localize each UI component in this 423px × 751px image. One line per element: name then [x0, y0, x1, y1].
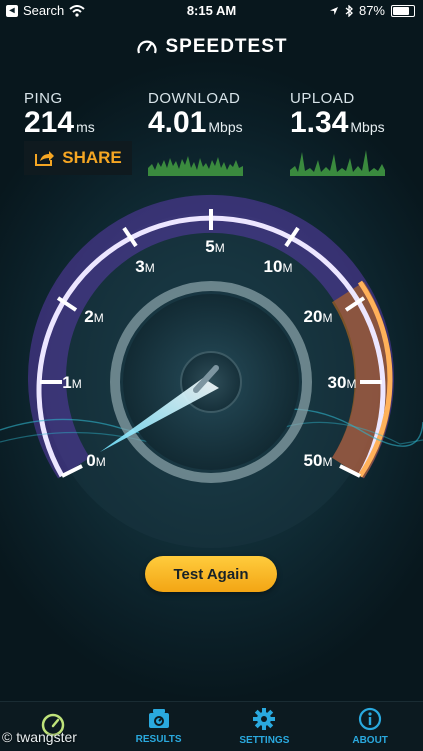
gear-icon — [253, 708, 276, 730]
tab-settings[interactable]: SETTINGS — [212, 702, 318, 751]
results-icon — [148, 709, 169, 728]
watermark: © twangster — [2, 729, 77, 745]
speed-gauge: 0M1M2M3M5M10M20M30M50M — [0, 194, 423, 548]
test-again-button[interactable]: Test Again — [145, 556, 277, 592]
tab-about-label: ABOUT — [352, 735, 388, 746]
tab-results-label: RESULTS — [135, 734, 182, 745]
tab-about[interactable]: ABOUT — [317, 702, 423, 751]
tab-results[interactable]: RESULTS — [106, 702, 212, 751]
tab-settings-label: SETTINGS — [239, 735, 290, 746]
info-icon — [359, 707, 382, 731]
